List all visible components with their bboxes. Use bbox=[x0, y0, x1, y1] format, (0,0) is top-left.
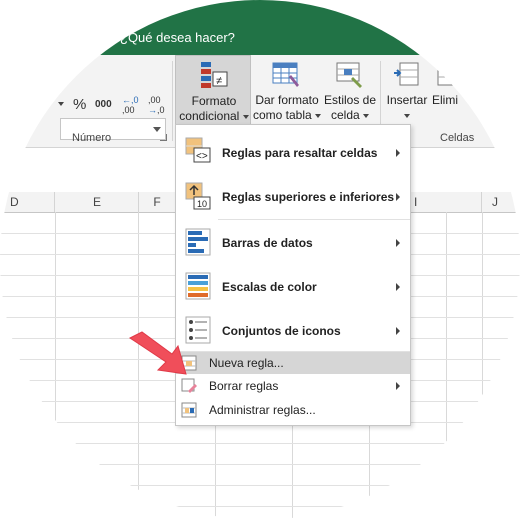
menu-item-label: Barras de datos bbox=[222, 236, 313, 250]
menu-item-manage-rules[interactable]: Administrar reglas... bbox=[176, 399, 410, 421]
chevron-down-icon bbox=[315, 113, 322, 118]
top-bottom-rules-icon: 10 bbox=[185, 182, 211, 210]
submenu-arrow-icon bbox=[396, 149, 400, 157]
submenu-arrow-icon bbox=[396, 283, 400, 291]
conditional-format-label: Formato condicional bbox=[176, 94, 252, 124]
menu-item-new-rule[interactable]: Nueva regla... bbox=[176, 352, 410, 374]
dialog-launcher-icon[interactable] bbox=[160, 134, 167, 141]
svg-text:10: 10 bbox=[197, 199, 207, 209]
pointer-arrow-icon bbox=[129, 331, 187, 375]
svg-text:≠: ≠ bbox=[216, 75, 222, 87]
delete-cells-icon bbox=[437, 62, 461, 86]
label-line1: Estilos de bbox=[323, 93, 377, 107]
decimal-label: ,0 bbox=[131, 95, 139, 105]
decimal-label-3: ,00 bbox=[148, 95, 161, 105]
conditional-format-button[interactable]: ≠ Formato condicional bbox=[175, 55, 251, 125]
label-line1: Formato bbox=[191, 94, 237, 108]
label-line2: celda bbox=[330, 108, 360, 122]
separator bbox=[172, 61, 173, 141]
decimal-label-2: ,00 bbox=[122, 105, 135, 115]
chevron-down-icon bbox=[153, 127, 161, 132]
label-line2: como tabla bbox=[252, 108, 312, 122]
decrease-decimal-button[interactable]: ,00 →,0 bbox=[148, 95, 165, 115]
insert-label: Insertar bbox=[384, 93, 430, 123]
column-header-e[interactable]: E bbox=[56, 192, 139, 212]
menu-item-clear-rules[interactable]: Borrar reglas bbox=[176, 375, 410, 397]
menu-item-top-bottom-rules[interactable]: 10 Reglas superiores e inferiores bbox=[176, 175, 410, 219]
format-as-table-label: Dar formato como tabla bbox=[252, 93, 322, 123]
cell-styles-label: Estilos de celda bbox=[322, 93, 378, 123]
tell-me-input[interactable]: ¿Qué desea hacer? bbox=[120, 30, 235, 45]
menu-item-icon-sets[interactable]: Conjuntos de iconos bbox=[176, 309, 410, 353]
submenu-arrow-icon bbox=[396, 239, 400, 247]
submenu-arrow-icon bbox=[396, 193, 400, 201]
svg-text:<>: <> bbox=[196, 151, 208, 162]
delete-label: Elimi bbox=[432, 93, 466, 108]
currency-dropdown-arrow[interactable] bbox=[58, 102, 64, 106]
cell-styles-icon bbox=[336, 62, 362, 88]
chevron-down-icon bbox=[404, 113, 410, 118]
menu-item-label: Nueva regla... bbox=[209, 356, 284, 370]
delete-button[interactable]: Elimi bbox=[432, 55, 492, 125]
arrow-left-icon: ← bbox=[122, 95, 131, 105]
column-header-d[interactable]: D bbox=[0, 192, 55, 212]
column-header-j[interactable]: J bbox=[482, 192, 520, 212]
color-scales-icon bbox=[185, 272, 211, 300]
menu-divider bbox=[218, 219, 410, 220]
menu-item-highlight-cells-rules[interactable]: <> Reglas para resaltar celdas bbox=[176, 129, 410, 175]
percent-style-button[interactable]: % bbox=[73, 96, 86, 113]
conditional-format-icon: ≠ bbox=[201, 62, 228, 88]
number-group-label: Número bbox=[72, 132, 112, 144]
clear-rules-icon bbox=[181, 378, 197, 393]
label-line2: condicional bbox=[179, 109, 240, 123]
menu-item-color-scales[interactable]: Escalas de color bbox=[176, 265, 410, 309]
insert-button[interactable]: Insertar bbox=[384, 55, 430, 125]
excel-window: ¿Qué desea hacer? % 000 ←,0,00 ,00 →,0 Nú… bbox=[0, 0, 520, 520]
data-bars-icon bbox=[185, 228, 211, 256]
label-line1: Elimi bbox=[432, 93, 458, 107]
menu-item-label: Administrar reglas... bbox=[209, 403, 316, 417]
highlight-cells-rules-icon: <> bbox=[185, 137, 211, 163]
format-as-table-icon bbox=[272, 62, 299, 87]
increase-decimal-button[interactable]: ←,0,00 bbox=[122, 95, 139, 115]
cells-group-label: Celdas bbox=[440, 132, 475, 144]
comma-style-button[interactable]: 000 bbox=[95, 99, 112, 110]
column-header-i[interactable]: I bbox=[412, 192, 482, 212]
tell-me-bar: ¿Qué desea hacer? bbox=[0, 0, 520, 55]
submenu-arrow-icon bbox=[396, 382, 400, 390]
chevron-down-icon bbox=[242, 114, 249, 119]
column-header-f[interactable]: F bbox=[139, 192, 176, 212]
menu-item-label: Conjuntos de iconos bbox=[222, 324, 341, 338]
conditional-format-menu: <> Reglas para resaltar celdas 10 Reglas… bbox=[175, 124, 411, 426]
insert-cells-icon bbox=[394, 62, 419, 86]
label-line1: Insertar bbox=[386, 93, 428, 107]
arrow-right-icon: → bbox=[148, 105, 157, 115]
menu-item-label: Reglas superiores e inferiores bbox=[222, 190, 395, 204]
chevron-down-icon bbox=[363, 113, 370, 118]
submenu-arrow-icon bbox=[396, 327, 400, 335]
menu-item-label: Reglas para resaltar celdas bbox=[222, 146, 378, 160]
menu-item-data-bars[interactable]: Barras de datos bbox=[176, 221, 410, 265]
manage-rules-icon bbox=[181, 402, 197, 418]
menu-item-label: Borrar reglas bbox=[209, 379, 279, 393]
label-line1: Dar formato bbox=[255, 93, 319, 107]
format-as-table-button[interactable]: Dar formato como tabla bbox=[252, 55, 322, 125]
cell-styles-button[interactable]: Estilos de celda bbox=[322, 55, 378, 125]
menu-item-label: Escalas de color bbox=[222, 280, 317, 294]
